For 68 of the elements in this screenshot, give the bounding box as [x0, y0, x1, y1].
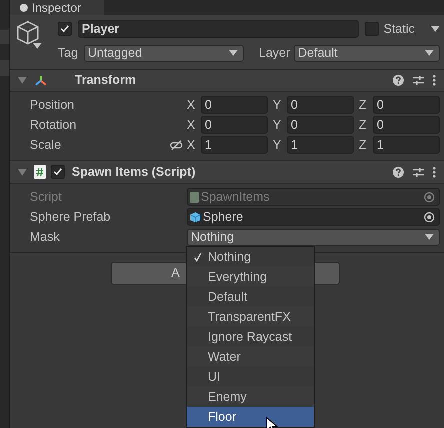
property-label: Sphere Prefab [30, 208, 112, 226]
caret-icon [425, 234, 434, 240]
axis-label: Z [359, 96, 368, 114]
settings-sliders-icon[interactable] [413, 166, 424, 178]
tag-dropdown[interactable]: Untagged [84, 44, 244, 62]
axis-label: Y [273, 96, 282, 114]
menu-item[interactable]: Floor [187, 407, 314, 427]
cube-icon [190, 212, 201, 222]
number-field[interactable]: 0 [287, 116, 354, 134]
component-header[interactable]: Transform [10, 70, 444, 92]
number-field[interactable]: 1 [201, 136, 268, 154]
property-label: Position [30, 96, 76, 114]
axis-label: X [187, 116, 196, 134]
mask-dropdown[interactable]: Nothing [187, 228, 440, 246]
axis-label: Z [359, 116, 368, 134]
caret-icon [425, 50, 434, 56]
axis-label: Y [273, 116, 282, 134]
script-file-icon [34, 165, 46, 179]
component-header[interactable]: Spawn Items (Script) [10, 160, 444, 184]
layer-dropdown[interactable]: Default [294, 44, 440, 62]
axis-label: X [187, 96, 196, 114]
script-file-icon [190, 192, 199, 202]
number-field[interactable]: 0 [373, 116, 440, 134]
layer-label: Layer [259, 44, 290, 62]
check-icon [53, 167, 63, 177]
number-field[interactable]: 0 [287, 96, 354, 114]
number-field[interactable]: 1 [373, 136, 440, 154]
transform-axes-icon [34, 74, 48, 88]
number-field[interactable]: 0 [201, 96, 268, 114]
name-field[interactable]: Player [78, 20, 359, 38]
object-name: Sphere [203, 208, 244, 226]
caret-icon [33, 43, 42, 49]
foldout-triangle-icon[interactable] [18, 76, 27, 85]
property-label: Mask [30, 228, 61, 246]
object-picker-icon[interactable] [424, 212, 435, 222]
help-icon[interactable] [393, 75, 404, 86]
help-icon[interactable] [393, 166, 404, 178]
caret-icon [229, 50, 238, 56]
checkbox[interactable] [58, 22, 72, 36]
more-options-icon[interactable] [433, 166, 436, 178]
object-field[interactable]: Sphere [187, 208, 440, 226]
property-label: Script [30, 188, 63, 206]
number-field[interactable]: 0 [373, 96, 440, 114]
settings-sliders-icon[interactable] [413, 75, 424, 86]
cube-icon [17, 21, 39, 45]
tab-title: Inspector [32, 0, 82, 14]
number-field[interactable]: 0 [201, 116, 268, 134]
axis-label: Z [359, 136, 368, 154]
static-label: Static [384, 20, 415, 38]
info-icon [20, 4, 28, 12]
component-title: Spawn Items (Script) [72, 164, 196, 181]
caret-icon [431, 26, 440, 32]
unlinked-chain-icon[interactable] [170, 140, 183, 150]
axis-label: Y [273, 136, 282, 154]
checkbox[interactable] [51, 165, 65, 179]
foldout-triangle-icon[interactable] [18, 168, 27, 176]
more-options-icon[interactable] [433, 75, 436, 86]
inspector-tab[interactable]: Inspector [10, 0, 104, 15]
property-label: Rotation [30, 116, 78, 134]
property-label: Scale [30, 136, 62, 154]
check-icon [60, 24, 70, 34]
number-field[interactable]: 1 [287, 136, 354, 154]
axis-label: X [187, 136, 196, 154]
check-icon [194, 252, 202, 262]
component-title: Transform [75, 72, 136, 90]
object-name: SpawnItems [201, 188, 270, 206]
tag-label: Tag [58, 44, 80, 62]
checkbox[interactable] [364, 22, 379, 36]
